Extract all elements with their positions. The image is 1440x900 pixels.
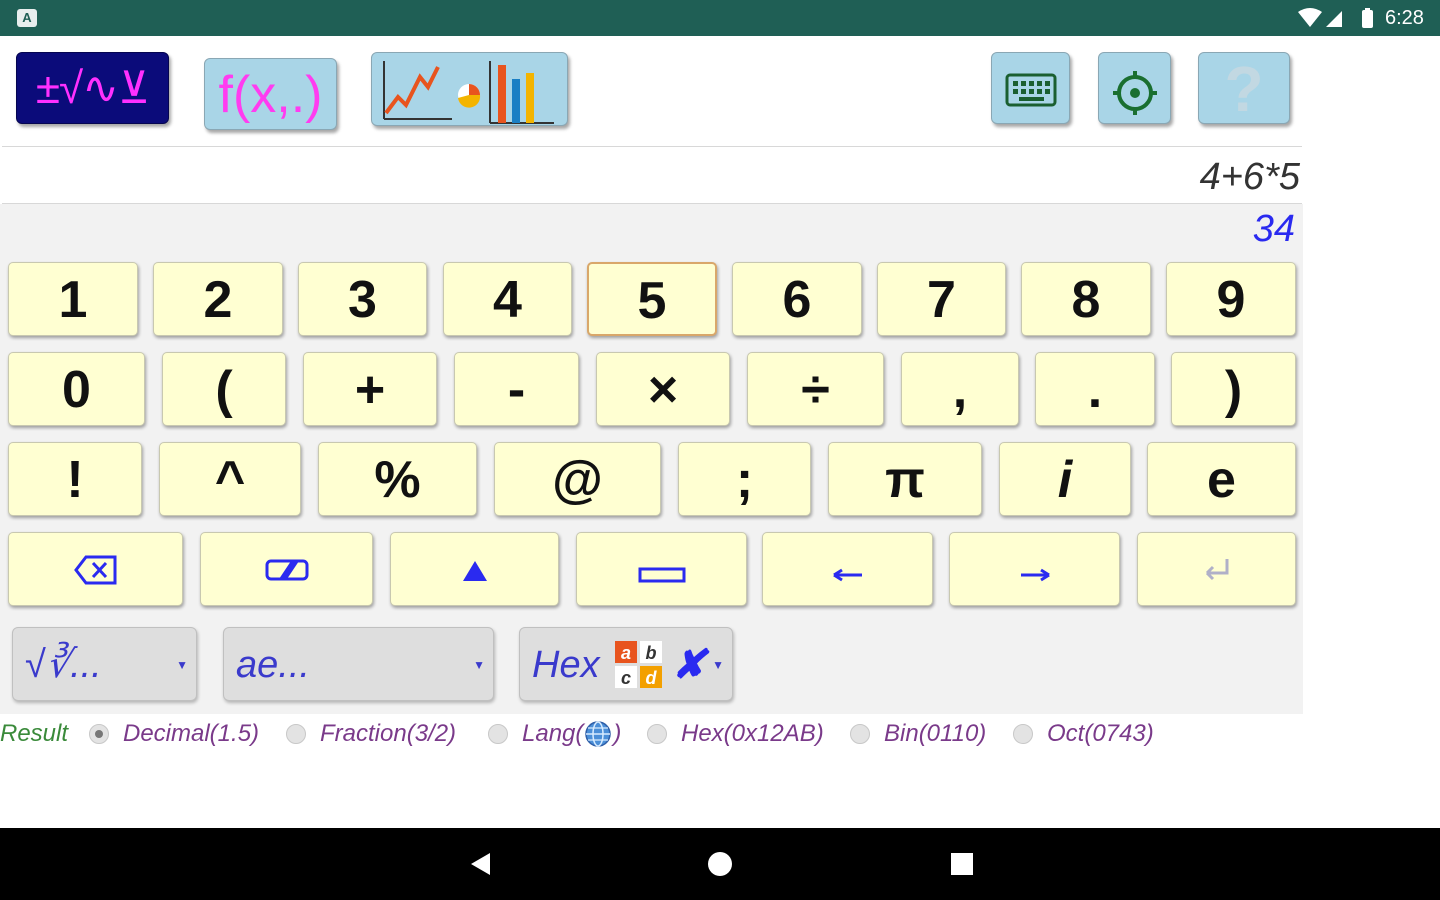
key-plus[interactable]: +: [303, 352, 437, 426]
result-format-options: Result Decimal(1.5) Fraction(3/2) Lang( …: [0, 718, 1200, 750]
key-close-paren[interactable]: ): [1171, 352, 1296, 426]
signal-icon: [1326, 11, 1342, 27]
radio-button[interactable]: [286, 724, 306, 744]
radio-label: Bin(0110): [884, 720, 987, 747]
key-percent[interactable]: %: [318, 442, 477, 516]
cursor-right-key[interactable]: [949, 532, 1120, 606]
left-arrow-icon: [832, 568, 862, 582]
radio-button[interactable]: [488, 724, 508, 744]
enter-icon: [1205, 559, 1228, 581]
clear-key[interactable]: [200, 532, 373, 606]
key-pi[interactable]: π: [828, 442, 982, 516]
radio-label: Oct(0743): [1047, 720, 1154, 747]
eraser-icon: [265, 559, 308, 581]
svg-text:a: a: [621, 643, 631, 663]
svg-text:b: b: [646, 643, 657, 663]
wifi-icon: [1298, 8, 1322, 27]
hex-label: Hex: [532, 644, 600, 686]
status-icons: [1298, 8, 1373, 28]
recents-square-icon: [951, 853, 973, 875]
svg-text:d: d: [646, 668, 658, 688]
key-open-paren[interactable]: (: [162, 352, 286, 426]
right-arrow-icon: [1020, 568, 1050, 582]
constants-label: ae...: [236, 644, 310, 686]
key-3[interactable]: 3: [298, 262, 427, 336]
root-functions-label: √∛...: [25, 644, 102, 686]
key-7[interactable]: 7: [877, 262, 1006, 336]
key-9[interactable]: 9: [1166, 262, 1296, 336]
keyboard-icon: [1005, 73, 1057, 107]
key-e[interactable]: e: [1147, 442, 1296, 516]
keyboard-toggle-button[interactable]: [991, 52, 1070, 124]
key-6[interactable]: 6: [732, 262, 862, 336]
radio-label: Decimal(1.5): [123, 720, 260, 747]
x-mark-icon: ✘: [672, 643, 706, 687]
key-comma[interactable]: ,: [901, 352, 1019, 426]
key-2[interactable]: 2: [153, 262, 283, 336]
key-0[interactable]: 0: [8, 352, 145, 426]
key-4[interactable]: 4: [443, 262, 572, 336]
user-functions-button[interactable]: f(x,.): [204, 58, 337, 130]
dropdown-caret-icon: ▼: [176, 658, 188, 672]
enter-key[interactable]: [1137, 532, 1296, 606]
key-imaginary[interactable]: i: [999, 442, 1131, 516]
clock: 6:28: [1385, 7, 1424, 29]
back-triangle-icon: [471, 853, 490, 875]
dropdown-caret-icon: ▼: [712, 658, 724, 672]
status-bar: A 6:28: [0, 0, 1440, 36]
up-triangle-icon: [462, 561, 487, 581]
back-button[interactable]: [456, 828, 504, 900]
expression-input[interactable]: 4+6*5: [2, 146, 1302, 204]
chart-icon: [383, 61, 554, 124]
globe-icon: [585, 721, 612, 747]
space-key[interactable]: [576, 532, 747, 606]
key-5[interactable]: 5: [587, 262, 717, 336]
home-button[interactable]: [696, 828, 744, 900]
key-at[interactable]: @: [494, 442, 661, 516]
key-power[interactable]: ^: [159, 442, 301, 516]
key-divide[interactable]: ÷: [747, 352, 884, 426]
radio-button-selected[interactable]: [89, 724, 109, 744]
result-format-label: Result: [0, 720, 69, 747]
key-factorial[interactable]: !: [8, 442, 142, 516]
key-multiply[interactable]: ×: [596, 352, 730, 426]
math-functions-button[interactable]: ±√∿⊻: [16, 52, 169, 124]
key-decimal[interactable]: .: [1035, 352, 1155, 426]
gear-icon: [1113, 71, 1157, 115]
hex-select[interactable]: Hex a b c d ✘ ▼: [519, 627, 733, 701]
recents-button[interactable]: [938, 828, 986, 900]
radio-button[interactable]: [647, 724, 667, 744]
svg-text:c: c: [621, 668, 631, 688]
settings-button[interactable]: [1098, 52, 1171, 124]
graph-button[interactable]: [371, 52, 568, 126]
battery-icon: [1362, 10, 1373, 28]
key-8[interactable]: 8: [1021, 262, 1151, 336]
home-circle-icon: [708, 852, 732, 876]
app-notification-icon: A: [17, 9, 37, 27]
constants-select[interactable]: ae... ▼: [223, 627, 494, 701]
dropdown-caret-icon: ▼: [473, 658, 485, 672]
result-display: 34: [1252, 208, 1295, 250]
root-functions-select[interactable]: √∛... ▼: [12, 627, 197, 701]
navigation-bar: [0, 828, 1440, 900]
key-minus[interactable]: -: [454, 352, 579, 426]
radio-button[interactable]: [1013, 724, 1033, 744]
radio-label: Fraction(3/2): [320, 720, 457, 747]
backspace-icon: [73, 555, 116, 585]
lang-label: Lang(: [522, 720, 584, 747]
up-arrow-key[interactable]: [390, 532, 559, 606]
key-semicolon[interactable]: ;: [678, 442, 811, 516]
abcd-letters-icon: a b c d: [615, 641, 662, 688]
key-1[interactable]: 1: [8, 262, 138, 336]
radio-label: Hex(0x12AB): [681, 720, 824, 747]
cursor-left-key[interactable]: [762, 532, 933, 606]
help-button[interactable]: ?: [1198, 52, 1290, 125]
backspace-key[interactable]: [8, 532, 183, 606]
radio-button[interactable]: [850, 724, 870, 744]
lang-label-suffix: ): [613, 720, 622, 747]
radio-label: Lang( ): [522, 718, 621, 750]
space-bar-icon: [638, 567, 685, 583]
